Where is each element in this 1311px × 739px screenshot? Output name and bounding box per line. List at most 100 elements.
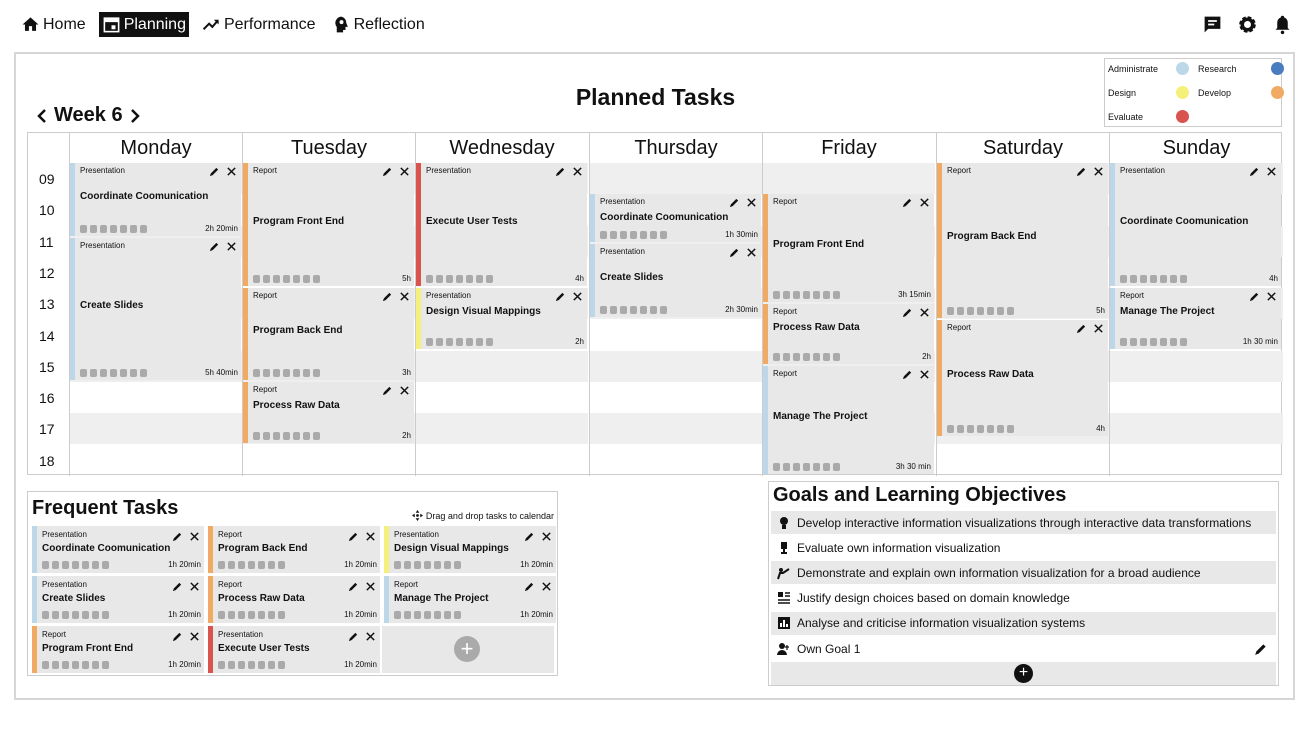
pencil-icon[interactable] xyxy=(172,631,183,642)
frequent-task[interactable]: Presentation Create Slides 1h 20min xyxy=(32,576,204,623)
pencil-icon[interactable] xyxy=(382,385,393,396)
bell-icon[interactable] xyxy=(1272,14,1293,35)
close-icon[interactable] xyxy=(399,291,410,302)
calendar-task[interactable]: Presentation Coordinate Coomunication 4h xyxy=(1110,163,1281,287)
calendar-task[interactable]: Report Program Back End 5h xyxy=(937,163,1108,318)
chat-icon[interactable] xyxy=(1202,14,1223,35)
pencil-icon[interactable] xyxy=(729,247,740,258)
chevron-right-icon[interactable] xyxy=(129,108,141,124)
pencil-icon[interactable] xyxy=(382,291,393,302)
objective-icon xyxy=(52,561,59,569)
calendar-task[interactable]: Report Manage The Project 1h 30 min xyxy=(1110,288,1281,349)
calendar-task[interactable]: Presentation Coordinate Coomunication 2h 2… xyxy=(70,163,241,237)
objective-icon xyxy=(466,275,473,284)
close-icon[interactable] xyxy=(919,369,930,380)
close-icon[interactable] xyxy=(365,531,376,542)
close-icon[interactable] xyxy=(541,531,552,542)
pencil-icon[interactable] xyxy=(1249,166,1260,177)
pencil-icon[interactable] xyxy=(729,197,740,208)
close-icon[interactable] xyxy=(365,631,376,642)
close-icon[interactable] xyxy=(1093,166,1104,177)
pencil-icon[interactable] xyxy=(172,581,183,592)
gear-icon[interactable] xyxy=(1237,14,1258,35)
close-icon[interactable] xyxy=(572,166,583,177)
pencil-icon[interactable] xyxy=(555,166,566,177)
pencil-icon[interactable] xyxy=(1249,291,1260,302)
pencil-icon[interactable] xyxy=(555,291,566,302)
close-icon[interactable] xyxy=(541,581,552,592)
objective-icon xyxy=(278,661,285,669)
pencil-icon[interactable] xyxy=(348,531,359,542)
close-icon[interactable] xyxy=(399,385,410,396)
nav-planning[interactable]: Planning xyxy=(98,12,189,37)
calendar-task[interactable]: Presentation Execute User Tests 4h xyxy=(416,163,587,287)
goal-item[interactable]: Demonstrate and explain own information … xyxy=(771,561,1276,585)
close-icon[interactable] xyxy=(226,166,237,177)
close-icon[interactable] xyxy=(226,241,237,252)
calendar-task[interactable]: Report Program Front End 5h xyxy=(243,163,414,287)
frequent-task[interactable]: Presentation Design Visual Mappings 1h 20m… xyxy=(384,526,556,573)
pencil-icon[interactable] xyxy=(1254,642,1268,656)
nav-reflection[interactable]: Reflection xyxy=(329,12,428,37)
calendar-task[interactable]: Presentation Design Visual Mappings 2h xyxy=(416,288,587,349)
design-icon xyxy=(778,592,790,604)
close-icon[interactable] xyxy=(189,531,200,542)
close-icon[interactable] xyxy=(189,631,200,642)
calendar-task[interactable]: Presentation Create Slides 2h 30min xyxy=(590,244,761,318)
pencil-icon[interactable] xyxy=(172,531,183,542)
pencil-icon[interactable] xyxy=(348,631,359,642)
calendar-task[interactable]: Report Program Front End 3h 15min xyxy=(763,194,934,302)
goal-item[interactable]: Develop interactive information visualiz… xyxy=(771,511,1276,534)
close-icon[interactable] xyxy=(189,581,200,592)
calendar-task[interactable]: Presentation Create Slides 5h 40min xyxy=(70,238,241,381)
goal-item[interactable]: Analyse and criticise information visual… xyxy=(771,611,1276,635)
objective-icon xyxy=(426,275,433,284)
frequent-task[interactable]: Report Manage The Project 1h 20min xyxy=(384,576,556,623)
chevron-left-icon[interactable] xyxy=(36,108,48,124)
frequent-task[interactable]: Presentation Execute User Tests 1h 20min xyxy=(208,626,380,673)
pencil-icon[interactable] xyxy=(902,197,913,208)
close-icon[interactable] xyxy=(1266,166,1277,177)
close-icon[interactable] xyxy=(746,197,757,208)
nav-home[interactable]: Home xyxy=(18,12,89,37)
close-icon[interactable] xyxy=(746,247,757,258)
calendar-task[interactable]: Report Manage The Project 3h 30 min xyxy=(763,366,934,474)
pencil-icon[interactable] xyxy=(524,531,535,542)
pencil-icon[interactable] xyxy=(1076,323,1087,334)
frequent-task[interactable]: Report Process Raw Data 1h 20min xyxy=(208,576,380,623)
calendar-task[interactable]: Report Process Raw Data 2h xyxy=(243,382,414,443)
goal-item[interactable]: Justify design choices based on domain k… xyxy=(771,587,1276,610)
add-goal-button[interactable]: + xyxy=(771,662,1276,685)
pencil-icon[interactable] xyxy=(1076,166,1087,177)
close-icon[interactable] xyxy=(399,166,410,177)
pencil-icon[interactable] xyxy=(382,166,393,177)
objective-icon xyxy=(248,561,255,569)
add-frequent-task[interactable]: + xyxy=(382,626,554,673)
pencil-icon[interactable] xyxy=(902,369,913,380)
pencil-icon[interactable] xyxy=(348,581,359,592)
nav-performance[interactable]: Performance xyxy=(199,12,319,37)
close-icon[interactable] xyxy=(365,581,376,592)
goal-item[interactable]: Evaluate own information visualization xyxy=(771,536,1276,559)
pencil-icon[interactable] xyxy=(902,307,913,318)
close-icon[interactable] xyxy=(572,291,583,302)
week-calendar: 09 10 11 12 13 14 15 16 17 18 Monday Tuesday Wednes… xyxy=(27,132,1283,476)
close-icon[interactable] xyxy=(1093,323,1104,334)
close-icon[interactable] xyxy=(1266,291,1277,302)
calendar-task[interactable]: Presentation Coordinate Coomunication 1h 3… xyxy=(590,194,761,243)
task-name: Process Raw Data xyxy=(947,368,1034,380)
pencil-icon[interactable] xyxy=(524,581,535,592)
calendar-task[interactable]: Report Process Raw Data 4h xyxy=(937,319,1108,437)
pencil-icon[interactable] xyxy=(209,166,220,177)
close-icon[interactable] xyxy=(919,307,930,318)
close-icon[interactable] xyxy=(919,197,930,208)
pencil-icon[interactable] xyxy=(209,241,220,252)
frequent-task[interactable]: Presentation Coordinate Coomunication 1h 2… xyxy=(32,526,204,573)
task-actions xyxy=(1076,166,1104,177)
calendar-task[interactable]: Report Program Back End 3h xyxy=(243,288,414,381)
goal-item[interactable]: Own Goal 1 xyxy=(771,637,1276,660)
frequent-task[interactable]: Report Program Back End 1h 20min xyxy=(208,526,380,573)
objective-icon xyxy=(977,425,984,434)
frequent-task[interactable]: Report Program Front End 1h 20min xyxy=(32,626,204,673)
calendar-task[interactable]: Report Process Raw Data 2h xyxy=(763,303,934,365)
